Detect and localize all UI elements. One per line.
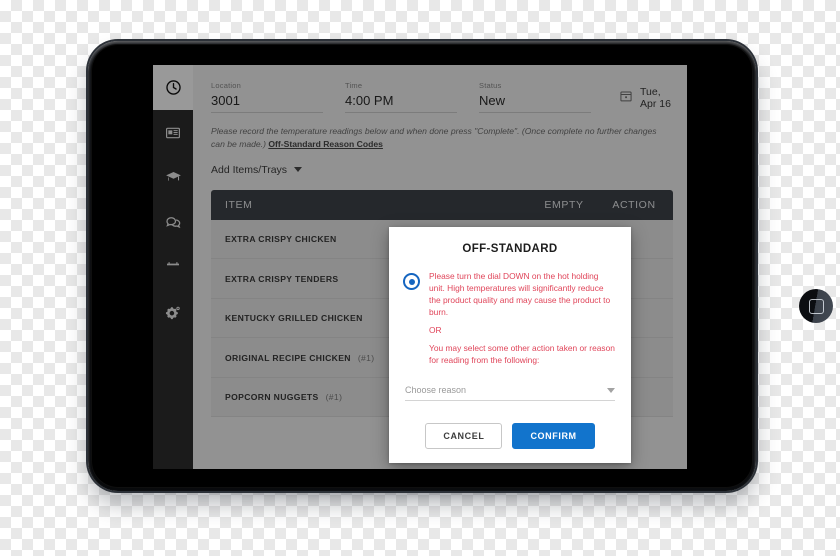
column-header-empty: EMPTY bbox=[544, 198, 584, 211]
sidebar-item-settings[interactable] bbox=[153, 290, 193, 335]
home-button[interactable] bbox=[799, 289, 833, 323]
home-square-icon bbox=[809, 299, 824, 314]
clock-icon bbox=[165, 79, 182, 96]
item-name: EXTRA CRISPY TENDERS bbox=[225, 273, 339, 284]
column-header-action: ACTION bbox=[612, 198, 656, 211]
chat-bubbles-icon bbox=[165, 214, 182, 231]
record-meta-row: Location 3001 Time 4:00 PM Status New Tu… bbox=[193, 65, 687, 113]
choose-reason-placeholder: Choose reason bbox=[405, 385, 467, 396]
item-quantity: (#1) bbox=[357, 352, 375, 363]
time-label: Time bbox=[345, 81, 363, 90]
off-standard-dialog: OFF-STANDARD Please turn the dial DOWN o… bbox=[389, 227, 631, 464]
sidebar bbox=[153, 65, 193, 469]
dialog-body: Please turn the dial DOWN on the hot hol… bbox=[389, 271, 631, 366]
item-name: ORIGINAL RECIPE CHICKEN bbox=[225, 352, 351, 363]
status-value: New bbox=[479, 93, 591, 113]
choose-reason-select[interactable]: Choose reason bbox=[405, 385, 615, 402]
tablet-device: Location 3001 Time 4:00 PM Status New Tu… bbox=[88, 41, 833, 491]
calendar-icon bbox=[619, 89, 633, 108]
sidebar-item-training[interactable] bbox=[153, 155, 193, 200]
status-field[interactable]: Status New bbox=[479, 81, 591, 113]
cancel-button[interactable]: CANCEL bbox=[425, 423, 503, 450]
add-items-dropdown[interactable]: Add Items/Trays bbox=[211, 163, 303, 176]
tablet-screen: Location 3001 Time 4:00 PM Status New Tu… bbox=[153, 65, 687, 469]
location-label: Location bbox=[211, 81, 241, 90]
item-name: KENTUCKY GRILLED CHICKEN bbox=[225, 313, 363, 324]
calendar-icon bbox=[165, 260, 181, 276]
dialog-message-second: You may select some other action taken o… bbox=[429, 342, 615, 365]
table-header-row: ITEM EMPTY ACTION bbox=[211, 189, 673, 220]
sidebar-item-clock[interactable] bbox=[153, 65, 193, 110]
column-header-item: ITEM bbox=[225, 198, 253, 211]
location-value: 3001 bbox=[211, 93, 323, 113]
item-name: POPCORN NUGGETS bbox=[225, 392, 319, 403]
status-label: Status bbox=[479, 81, 502, 90]
location-field[interactable]: Location 3001 bbox=[211, 81, 323, 113]
dialog-messages: Please turn the dial DOWN on the hot hol… bbox=[429, 271, 615, 366]
gears-icon bbox=[165, 304, 182, 321]
item-quantity: (#1) bbox=[325, 392, 343, 403]
sidebar-item-calendar[interactable] bbox=[153, 245, 193, 290]
chevron-down-icon bbox=[607, 387, 615, 393]
confirm-button[interactable]: CONFIRM bbox=[512, 423, 595, 450]
add-items-label: Add Items/Trays bbox=[211, 163, 288, 176]
time-value: 4:00 PM bbox=[345, 93, 457, 113]
off-standard-reason-codes-link[interactable]: Off-Standard Reason Codes bbox=[268, 139, 383, 149]
date-value: Tue, Apr 16 bbox=[640, 86, 671, 110]
item-name: EXTRA CRISPY CHICKEN bbox=[225, 234, 337, 245]
news-card-icon bbox=[165, 125, 181, 141]
dialog-actions: CANCEL CONFIRM bbox=[389, 423, 631, 450]
chevron-down-icon bbox=[294, 167, 303, 173]
time-field[interactable]: Time 4:00 PM bbox=[345, 81, 457, 113]
off-standard-radio[interactable] bbox=[403, 273, 420, 290]
instructions-text: Please record the temperature readings b… bbox=[193, 113, 687, 151]
dialog-message-main: Please turn the dial DOWN on the hot hol… bbox=[429, 271, 611, 317]
sidebar-item-messages[interactable] bbox=[153, 200, 193, 245]
graduation-cap-icon bbox=[165, 169, 182, 186]
date-picker[interactable]: Tue, Apr 16 bbox=[619, 86, 673, 113]
app-window: Location 3001 Time 4:00 PM Status New Tu… bbox=[153, 65, 687, 469]
dialog-message-or: OR bbox=[429, 324, 442, 335]
sidebar-item-news[interactable] bbox=[153, 110, 193, 155]
dialog-title: OFF-STANDARD bbox=[462, 243, 558, 255]
